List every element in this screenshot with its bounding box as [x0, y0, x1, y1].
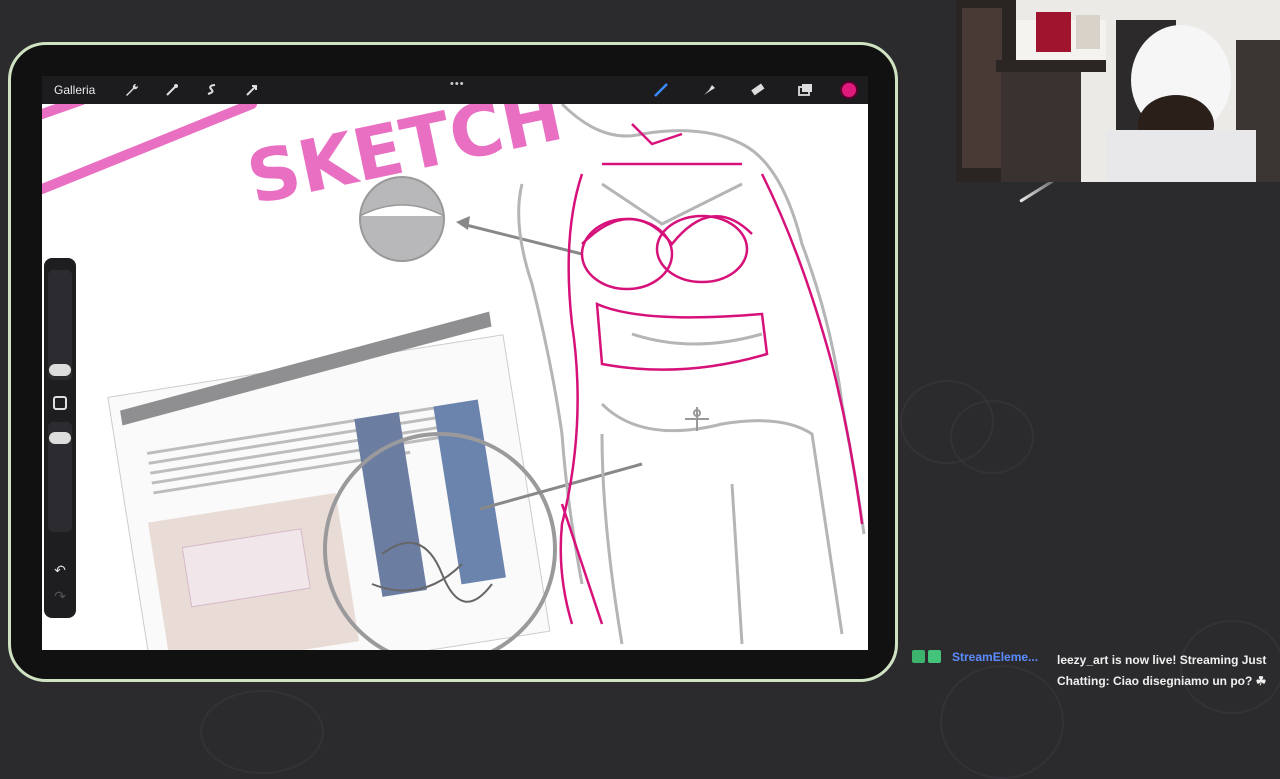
eraser-icon[interactable]: [746, 79, 768, 101]
broadcaster-badge-icon: [912, 650, 925, 663]
modify-button[interactable]: [53, 396, 67, 410]
wrench-icon[interactable]: [121, 79, 143, 101]
webcam-overlay: [956, 0, 1280, 182]
procreate-screen: Galleria ••• SKETCH: [42, 76, 868, 650]
redo-icon[interactable]: ↷: [50, 588, 70, 606]
transform-arrow-icon[interactable]: [241, 79, 263, 101]
verified-badge-icon: [928, 650, 941, 663]
color-picker-swatch[interactable]: [840, 81, 858, 99]
chat-username[interactable]: StreamEleme...: [952, 650, 1038, 664]
chat-message-text: leezy_art is now live! Streaming Just Ch…: [1057, 653, 1267, 688]
undo-icon[interactable]: ↶: [50, 562, 70, 580]
smudge-icon[interactable]: [698, 79, 720, 101]
drawing-canvas[interactable]: SKETCH: [42, 76, 868, 650]
brush-icon[interactable]: [650, 79, 672, 101]
brush-size-handle[interactable]: [49, 364, 71, 376]
layers-icon[interactable]: [794, 79, 816, 101]
opacity-handle[interactable]: [49, 432, 71, 444]
background-cloud: [950, 400, 1034, 474]
gallery-button[interactable]: Galleria: [54, 83, 95, 97]
procreate-sidebar: ↶ ↷: [44, 258, 76, 618]
top-grip[interactable]: •••: [450, 78, 465, 90]
canvas-artwork: SKETCH: [42, 76, 866, 650]
procreate-toolbar: Galleria •••: [42, 76, 868, 104]
chat-message: StreamEleme... leezy_art is now live! St…: [912, 648, 1280, 720]
chat-badges: [912, 650, 944, 663]
background-cloud: [200, 690, 324, 774]
magic-wand-icon[interactable]: [161, 79, 183, 101]
selection-icon[interactable]: [201, 79, 223, 101]
